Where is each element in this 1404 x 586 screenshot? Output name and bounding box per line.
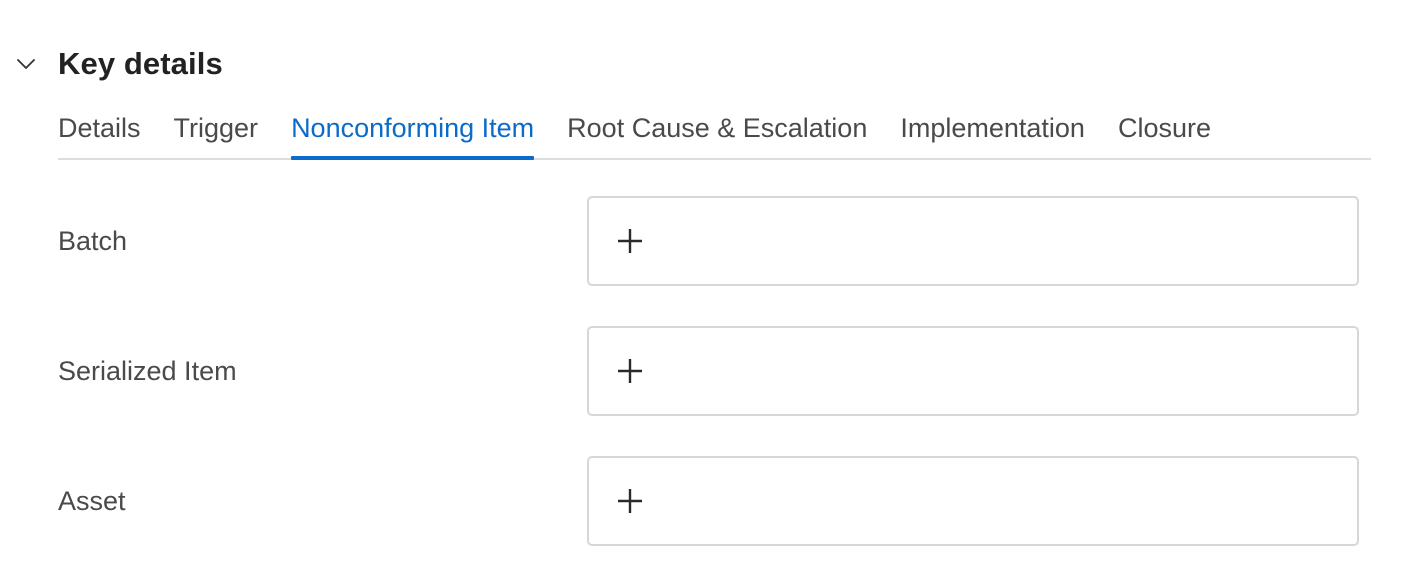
key-details-section: Key details Details Trigger Nonconformin… — [0, 0, 1404, 586]
serialized-item-label: Serialized Item — [58, 356, 237, 386]
tab-closure[interactable]: Closure — [1118, 104, 1211, 158]
tab-root-cause-escalation[interactable]: Root Cause & Escalation — [567, 104, 867, 158]
tab-implementation[interactable]: Implementation — [900, 104, 1085, 158]
tab-nonconforming-item[interactable]: Nonconforming Item — [291, 104, 535, 160]
section-title: Key details — [58, 46, 223, 81]
section-header-toggle[interactable]: Key details — [14, 42, 223, 86]
asset-label: Asset — [58, 486, 126, 516]
plus-icon[interactable] — [615, 226, 645, 256]
plus-icon[interactable] — [615, 486, 645, 516]
field-row-serialized-item: Serialized Item — [58, 326, 1360, 416]
plus-icon[interactable] — [615, 356, 645, 386]
tab-trigger[interactable]: Trigger — [174, 104, 259, 158]
field-row-batch: Batch — [58, 196, 1360, 286]
serialized-item-lookup-field[interactable] — [587, 326, 1359, 416]
field-row-asset: Asset — [58, 456, 1360, 546]
asset-lookup-field[interactable] — [587, 456, 1359, 546]
batch-lookup-field[interactable] — [587, 196, 1359, 286]
batch-label: Batch — [58, 226, 128, 256]
chevron-down-icon[interactable] — [14, 52, 38, 76]
tab-details[interactable]: Details — [58, 104, 141, 158]
tab-bar: Details Trigger Nonconforming Item Root … — [58, 104, 1371, 160]
